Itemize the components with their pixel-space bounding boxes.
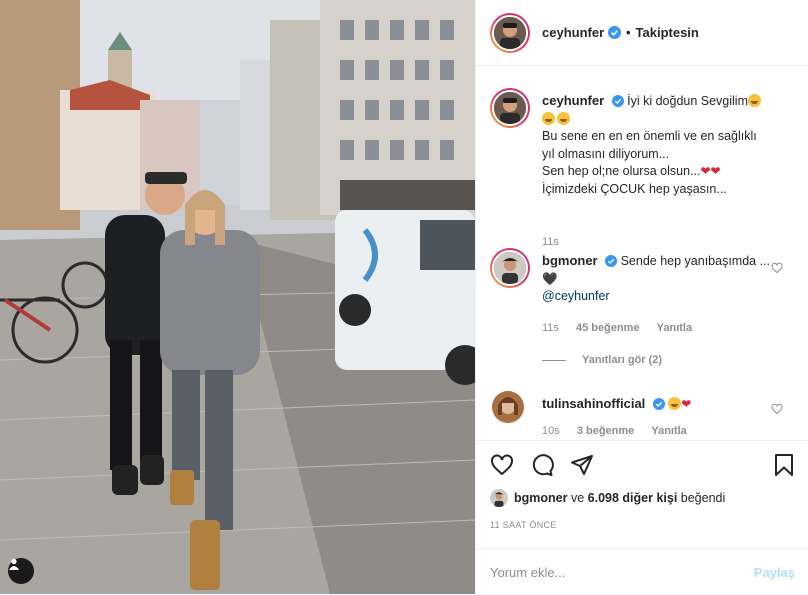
post-actions-section: bgmoner ve 6.098 diğer kişi beğendi 11 S… [476,440,808,594]
view-replies-label: Yanıtları gör (2) [582,354,663,366]
verified-badge-icon [611,95,624,107]
likes-suffix: beğendi [680,491,726,505]
street-photo-illustration [0,0,475,594]
like-comment-heart-icon[interactable] [771,262,783,274]
smiling-face-emoji-icon [748,94,762,107]
verified-badge-icon [652,398,665,410]
caption-line-6: İçimizdeki ÇOCUK hep yaşasın... [542,181,727,196]
action-icons [490,453,594,477]
comment-text: tulinsahinofficial ❤ [542,395,780,414]
comment-username[interactable]: tulinsahinofficial [542,396,645,411]
liker-avatar[interactable] [490,489,508,507]
comment-meta: 10s 3 beğenme Yanıtla [542,425,687,437]
save-bookmark-icon[interactable] [773,453,795,477]
avatar-image [494,252,526,284]
smiling-face-emoji-icon [668,397,682,410]
post-photo[interactable] [0,0,475,594]
avatar-image [494,16,526,49]
reply-button[interactable]: Yanıtla [651,425,686,437]
reply-button[interactable]: Yanıtla [657,322,692,334]
comments-list[interactable]: ceyhunfer İyi ki doğdun Sevgilim Bu sene… [476,67,808,440]
caption-time[interactable]: 11s [542,236,559,248]
comment-meta: 11s 45 beğenme Yanıtla [542,322,692,334]
comment-likes-count[interactable]: 3 beğenme [577,425,634,437]
post-side-panel: ceyhunfer • Takiptesin ceyhunfer İyi ki … [475,0,808,594]
post-header: ceyhunfer • Takiptesin [476,0,808,66]
comment-text: bgmoner Sende hep yanıbaşımda ... 🖤 @cey… [542,252,780,306]
first-liker-username[interactable]: bgmoner [514,491,567,505]
separator-dot: • [626,25,631,40]
replies-divider [542,359,566,361]
share-paper-plane-icon[interactable] [570,453,594,477]
caption-line-1: İyi ki doğdun Sevgilim [627,94,749,108]
verified-badge-icon [608,26,622,39]
comment-avatar[interactable] [492,391,524,423]
red-heart-emoji-icon: ❤❤ [700,164,721,178]
comment-input[interactable] [490,564,754,580]
comment-username[interactable]: bgmoner [542,253,598,268]
comment-likes-count[interactable]: 45 beğenme [576,322,640,334]
like-heart-icon[interactable] [490,453,514,477]
add-comment-bar: Paylaş [476,548,808,595]
comment-time[interactable]: 11s [542,322,559,334]
comment-time[interactable]: 10s [542,425,560,437]
like-comment-heart-icon[interactable] [771,403,783,415]
comment-bubble-icon[interactable] [530,453,554,477]
smiling-face-emoji-icon [542,111,555,125]
likes-connector: ve [570,491,585,505]
caption-line-5: Sen hep ol;ne olursa olsun... [542,164,701,178]
other-likes-count[interactable]: 6.098 diğer kişi [588,491,678,505]
smiling-face-emoji-icon [557,111,570,125]
author-avatar[interactable] [490,12,530,53]
verified-badge-icon [605,255,618,267]
avatar-image [490,489,508,507]
post-container: ceyhunfer • Takiptesin ceyhunfer İyi ki … [0,0,808,594]
following-button[interactable]: Takiptesin [636,25,699,40]
person-icon [9,558,19,570]
caption-line-4: yıl olmasını diliyorum... [542,146,670,161]
post-timestamp[interactable]: 11 SAAT ÖNCE [490,520,557,530]
avatar-image [492,391,524,423]
caption-line-3: Bu sene en en en önemli ve en sağlıklı [542,129,757,143]
caption-username[interactable]: ceyhunfer [542,93,604,108]
view-replies-button[interactable]: Yanıtları gör (2) [542,354,662,366]
avatar-image [494,92,526,124]
caption-text: ceyhunfer İyi ki doğdun Sevgilim Bu sene… [542,92,780,198]
author-username[interactable]: ceyhunfer [542,25,604,40]
comment-avatar[interactable] [490,248,530,288]
caption-avatar[interactable] [490,88,530,128]
likes-summary: bgmoner ve 6.098 diğer kişi beğendi [490,489,725,507]
red-heart-emoji-icon: ❤ [681,397,692,411]
comment-mention-link[interactable]: @ceyhunfer [542,289,610,303]
post-comment-button[interactable]: Paylaş [754,565,795,580]
tagged-people-button[interactable] [8,558,34,584]
